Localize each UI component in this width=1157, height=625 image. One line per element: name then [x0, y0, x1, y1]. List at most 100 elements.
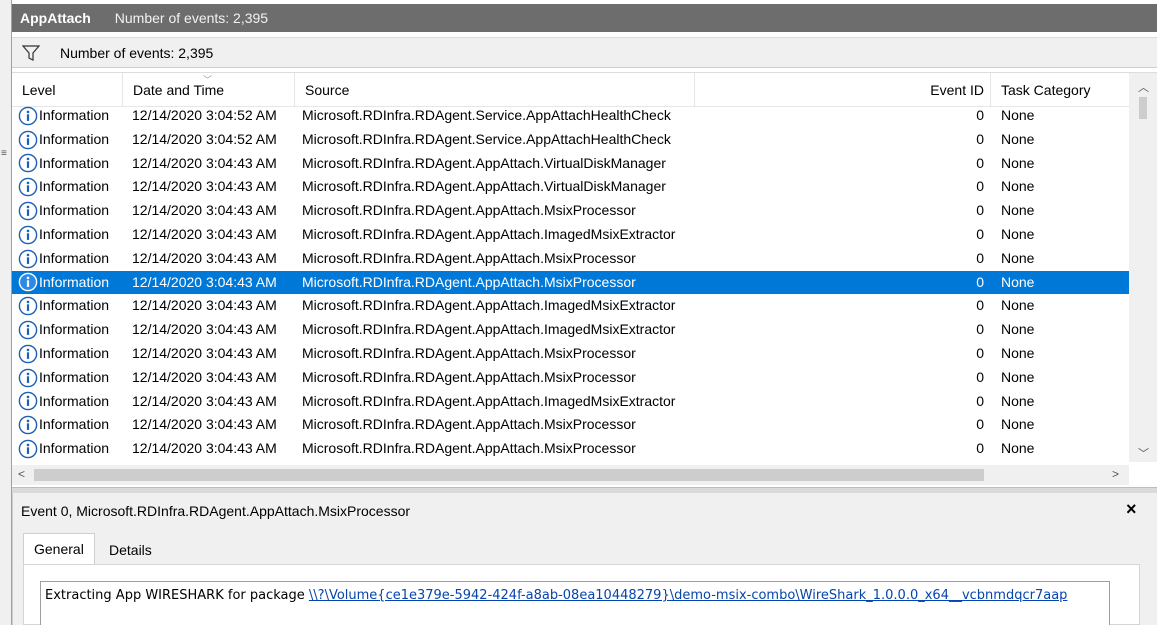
sort-indicator-icon: ﹀ [203, 75, 213, 85]
cell-date: 12/14/2020 3:04:43 AM [132, 416, 277, 433]
table-row[interactable]: Information 12/14/2020 3:04:43 AM Microsof… [12, 413, 1129, 437]
log-event-count: Number of events: 2,395 [114, 10, 269, 26]
cell-level-text: Information [39, 392, 110, 409]
cell-level: Information [18, 104, 109, 128]
filter-bar: Number of events: 2,395 [12, 37, 1157, 68]
column-header-task-category[interactable]: Task Category [990, 73, 1129, 107]
cell-task-category: None [1001, 130, 1035, 147]
cell-source: Microsoft.RDInfra.RDAgent.AppAttach.Msix… [302, 273, 636, 290]
vertical-scroll-thumb[interactable] [1139, 97, 1147, 119]
cell-level-text: Information [39, 440, 110, 457]
close-icon[interactable]: × [1126, 499, 1137, 520]
cell-source: Microsoft.RDInfra.RDAgent.AppAttach.Msix… [302, 368, 636, 385]
cell-date: 12/14/2020 3:04:43 AM [132, 225, 277, 242]
left-pane-edge: ≡ [0, 0, 12, 625]
table-row[interactable]: Information 12/14/2020 3:04:43 AM Microsof… [12, 366, 1129, 390]
cell-level-text: Information [39, 249, 110, 266]
cell-event-id: 0 [976, 107, 984, 123]
scroll-up-icon[interactable]: ︿ [1138, 79, 1149, 95]
scroll-down-icon[interactable]: ﹀ [1138, 445, 1149, 461]
table-row[interactable]: Information 12/14/2020 3:04:43 AM Microsof… [12, 247, 1129, 271]
cell-level-text: Information [39, 273, 110, 290]
cell-source: Microsoft.RDInfra.RDAgent.AppAttach.Msix… [302, 202, 636, 219]
cell-event-id: 0 [976, 178, 984, 195]
event-message-text: Extracting App WIRESHARK for package [45, 588, 309, 603]
cell-level-text: Information [39, 107, 110, 123]
cell-task-category: None [1001, 178, 1035, 195]
events-grid: Level Date and Time ﹀ Source Event ID Ta… [12, 72, 1157, 462]
cell-level-text: Information [39, 416, 110, 433]
cell-level-text: Information [39, 344, 110, 361]
scroll-right-icon[interactable]: > [1112, 467, 1119, 481]
cell-level-text: Information [39, 225, 110, 242]
table-row[interactable]: Information 12/14/2020 3:04:43 AM Microsof… [12, 342, 1129, 366]
scroll-left-icon[interactable]: < [18, 467, 25, 481]
left-pane-tick: ≡ [1, 148, 7, 159]
table-row[interactable]: Information 12/14/2020 3:04:52 AM Microsof… [12, 128, 1129, 152]
cell-level: Information [18, 199, 109, 223]
table-row[interactable]: Information 12/14/2020 3:04:43 AM Microsof… [12, 152, 1129, 176]
table-row[interactable]: Information 12/14/2020 3:04:52 AM Microsof… [12, 104, 1129, 128]
cell-source: Microsoft.RDInfra.RDAgent.AppAttach.Imag… [302, 321, 676, 338]
table-row[interactable]: Information 12/14/2020 3:04:43 AM Microsof… [12, 223, 1129, 247]
event-message-box[interactable]: Extracting App WIRESHARK for package \\?… [40, 581, 1110, 625]
cell-level: Information [18, 390, 109, 414]
event-rows: Information 12/14/2020 3:04:52 AM Microsof… [12, 104, 1129, 461]
cell-source: Microsoft.RDInfra.RDAgent.AppAttach.Imag… [302, 297, 676, 314]
cell-task-category: None [1001, 225, 1035, 242]
package-path-link[interactable]: \\?\Volume{ce1e379e-5942-424f-a8ab-08ea1… [309, 588, 1068, 603]
horizontal-scroll-thumb[interactable] [34, 469, 984, 481]
cell-level: Information [18, 413, 109, 437]
table-row[interactable]: Information 12/14/2020 3:04:43 AM Microsof… [12, 270, 1129, 295]
cell-level: Information [18, 152, 109, 176]
information-icon [18, 320, 38, 340]
cell-level: Information [18, 223, 109, 247]
cell-source: Microsoft.RDInfra.RDAgent.AppAttach.Imag… [302, 225, 676, 242]
table-row[interactable]: Information 12/14/2020 3:04:43 AM Microsof… [12, 390, 1129, 414]
horizontal-scrollbar[interactable]: < > [12, 465, 1129, 485]
cell-level-text: Information [39, 154, 110, 171]
cell-date: 12/14/2020 3:04:43 AM [132, 273, 277, 290]
cell-event-id: 0 [976, 344, 984, 361]
table-row[interactable]: Information 12/14/2020 3:04:43 AM Microsof… [12, 318, 1129, 342]
cell-task-category: None [1001, 154, 1035, 171]
information-icon [18, 415, 38, 435]
column-header-level[interactable]: Level [12, 73, 122, 107]
vertical-scrollbar[interactable]: ︿ ﹀ [1129, 73, 1157, 462]
cell-level-text: Information [39, 368, 110, 385]
cell-level: Information [18, 437, 109, 461]
cell-level: Information [18, 294, 109, 318]
cell-event-id: 0 [976, 249, 984, 266]
filter-icon[interactable] [22, 44, 40, 61]
cell-date: 12/14/2020 3:04:43 AM [132, 440, 277, 457]
information-icon [18, 249, 38, 268]
cell-date: 12/14/2020 3:04:52 AM [132, 107, 277, 123]
column-header-event-id[interactable]: Event ID [694, 73, 990, 107]
cell-event-id: 0 [976, 368, 984, 385]
cell-task-category: None [1001, 416, 1035, 433]
cell-task-category: None [1001, 107, 1035, 123]
cell-date: 12/14/2020 3:04:43 AM [132, 392, 277, 409]
cell-event-id: 0 [976, 130, 984, 147]
information-icon [18, 177, 38, 197]
table-row[interactable]: Information 12/14/2020 3:04:43 AM Microsof… [12, 175, 1129, 199]
table-row[interactable]: Information 12/14/2020 3:04:43 AM Microsof… [12, 294, 1129, 318]
cell-level: Information [18, 366, 109, 390]
tab-details[interactable]: Details [99, 537, 162, 564]
tab-general[interactable]: General [23, 533, 95, 564]
cell-event-id: 0 [976, 321, 984, 338]
cell-task-category: None [1001, 344, 1035, 361]
column-header-source[interactable]: Source [294, 73, 694, 107]
cell-source: Microsoft.RDInfra.RDAgent.AppAttach.Virt… [302, 154, 666, 171]
information-icon [18, 106, 38, 126]
information-icon [18, 273, 38, 292]
event-detail-pane: Event 0, Microsoft.RDInfra.RDAgent.AppAt… [12, 493, 1157, 625]
table-row[interactable]: Information 12/14/2020 3:04:43 AM Microsof… [12, 437, 1129, 461]
cell-date: 12/14/2020 3:04:43 AM [132, 178, 277, 195]
cell-event-id: 0 [976, 297, 984, 314]
cell-source: Microsoft.RDInfra.RDAgent.AppAttach.Msix… [302, 440, 636, 457]
log-title-bar: AppAttach Number of events: 2,395 [12, 4, 1157, 32]
cell-task-category: None [1001, 297, 1035, 314]
table-row[interactable]: Information 12/14/2020 3:04:43 AM Microsof… [12, 199, 1129, 223]
cell-task-category: None [1001, 321, 1035, 338]
